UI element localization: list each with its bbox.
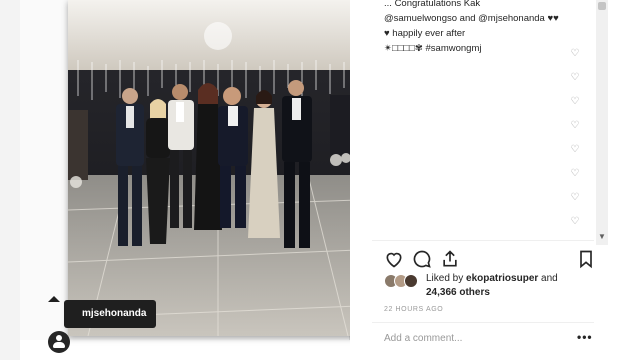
left-gutter xyxy=(0,0,20,360)
user-tag-label: mjsehonanda xyxy=(82,308,147,319)
mention-samuelwongso[interactable]: @samuelwongso xyxy=(384,13,457,24)
caption-line-1-text: Congratulations Kak xyxy=(394,0,481,9)
comment-divider xyxy=(372,322,594,323)
comment-like-heart-icon[interactable]: ♡ xyxy=(568,168,582,192)
comment-like-hearts: ♡ ♡ ♡ ♡ ♡ ♡ ♡ ♡ xyxy=(568,48,582,240)
instagram-post-viewer: mjsehonanda ... Congratulations Kak @sam… xyxy=(0,0,640,360)
caption-line-2-mid: and xyxy=(457,13,479,24)
caption-line-2: @samuelwongso and @mjsehonanda ♥♥ xyxy=(384,11,574,26)
liker-avatars[interactable] xyxy=(384,274,424,290)
likes-count[interactable]: 24,366 others xyxy=(426,287,490,298)
post-photo[interactable] xyxy=(68,0,358,336)
caption-line-4: ✴□□□□✾ #samwongmj xyxy=(384,43,482,54)
caption-line-2-suffix: ♥♥ xyxy=(544,13,559,24)
scroll-up-arrow[interactable] xyxy=(598,2,606,10)
comment-like-heart-icon[interactable]: ♡ xyxy=(568,96,582,120)
user-tag[interactable]: mjsehonanda xyxy=(64,300,157,328)
liker-username[interactable]: ekopatriosuper xyxy=(466,273,538,284)
avatar xyxy=(404,274,418,288)
right-gutter xyxy=(612,0,640,360)
post-timestamp[interactable]: 22 HOURS AGO xyxy=(384,306,443,313)
actions-divider xyxy=(372,240,594,241)
likes-text: Liked by ekopatriosuper and 24,366 other… xyxy=(426,272,596,300)
caption-line-1-prefix: ... xyxy=(384,0,392,9)
comment-like-heart-icon[interactable]: ♡ xyxy=(568,72,582,96)
people-icon-body xyxy=(53,342,65,348)
comment-bubble-icon[interactable] xyxy=(412,249,432,269)
mention-mjsehonanda[interactable]: @mjsehonanda xyxy=(478,13,545,24)
caption-line-1: ... Congratulations Kak xyxy=(384,0,574,11)
comment-like-heart-icon[interactable]: ♡ xyxy=(568,48,582,72)
comment-like-heart-icon[interactable]: ♡ xyxy=(568,216,582,240)
likes-summary: Liked by ekopatriosuper and 24,366 other… xyxy=(384,272,594,302)
comment-like-heart-icon[interactable]: ♡ xyxy=(568,120,582,144)
post-caption: ... Congratulations Kak @samuelwongso an… xyxy=(384,0,574,56)
comments-scrollbar[interactable]: ▼ xyxy=(596,0,608,245)
likes-prefix: Liked by xyxy=(426,273,467,284)
comment-like-heart-icon[interactable]: ♡ xyxy=(568,144,582,168)
photo-area: mjsehonanda xyxy=(20,0,358,353)
share-upload-icon[interactable] xyxy=(440,249,460,269)
tagged-people-icon[interactable] xyxy=(48,331,70,353)
people-icon-head xyxy=(56,335,62,341)
post-actions xyxy=(384,249,594,271)
add-comment-input[interactable]: Add a comment... xyxy=(384,333,462,344)
tag-pointer xyxy=(48,296,60,302)
heart-outline-icon[interactable] xyxy=(384,249,404,269)
comment-like-heart-icon[interactable]: ♡ xyxy=(568,192,582,216)
likes-mid: and xyxy=(538,273,558,284)
party-photo-illustration xyxy=(68,0,358,336)
bookmark-icon[interactable] xyxy=(576,249,596,269)
caption-line-3: ♥ happily ever after xyxy=(384,28,466,39)
more-options-icon[interactable]: ••• xyxy=(577,330,593,344)
scroll-down-arrow-icon[interactable]: ▼ xyxy=(598,232,606,241)
